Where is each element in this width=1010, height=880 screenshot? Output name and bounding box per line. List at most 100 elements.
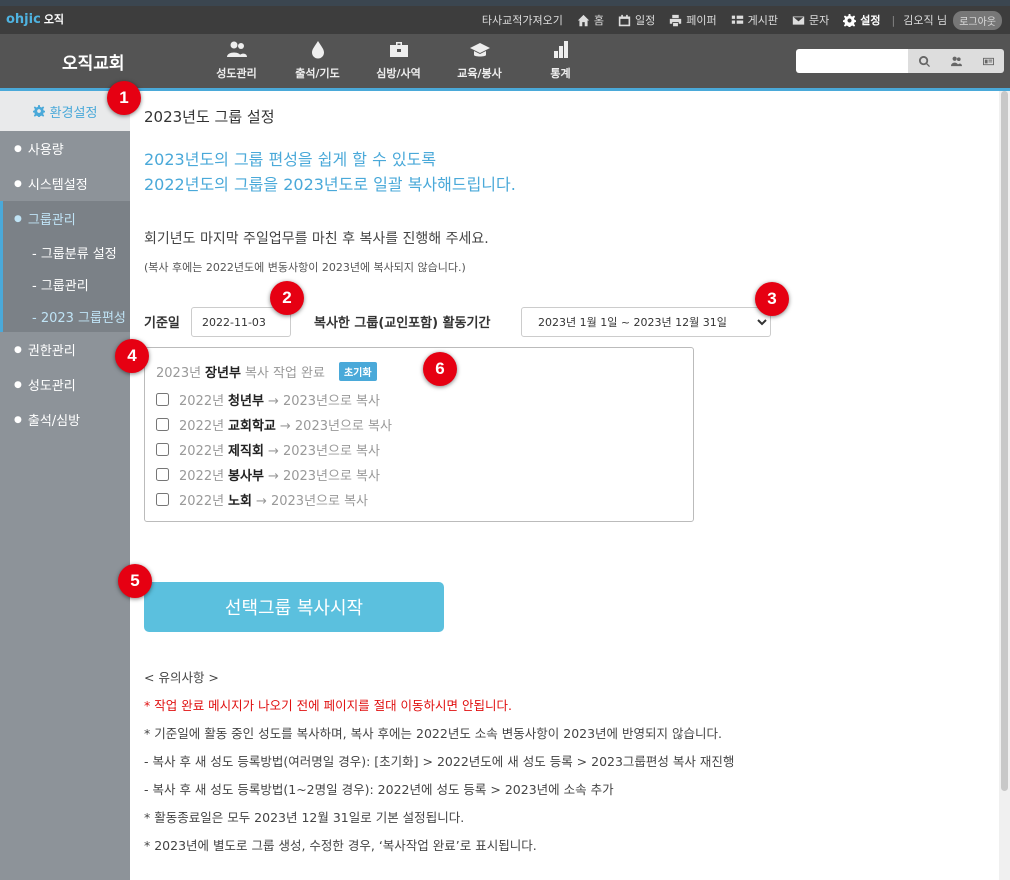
sidebar-item-label: 출석/심방 [27,414,81,429]
reset-button[interactable]: 초기화 [338,362,377,381]
sidebar-sub-2023-grouping[interactable]: - 2023 그룹편성 [3,300,130,332]
group-year: 2022년 [179,469,225,484]
search-button[interactable] [908,49,940,73]
annotation-badge: 3 [755,282,789,316]
group-name: 제직회 [228,444,264,459]
bullet: ● [14,379,22,390]
group-name: 노회 [228,494,252,509]
group-name: 교회학교 [228,419,276,434]
paper-link[interactable]: 페이퍼 [662,12,723,28]
intro-line-1: 2023년도의 그룹 편성을 쉽게 할 수 있도록 [144,150,437,169]
church-name[interactable]: 오직교회 [62,49,125,74]
sidebar-item-members[interactable]: ● 성도관리 [0,367,130,402]
sidebar-item-group[interactable]: ● 그룹관리 [3,201,130,236]
card-search-button[interactable] [972,49,1004,73]
bullet: ● [14,143,22,154]
bullet: ● [14,213,22,224]
board-link-label: 게시판 [747,14,778,27]
sidebar-item-permission[interactable]: ● 권한관리 [0,332,130,367]
paper-link-label: 페이퍼 [686,14,717,27]
group-checkbox[interactable] [156,468,169,481]
sidebar-sub-group-list[interactable]: - 그룹관리 [3,268,130,300]
sidebar-item-label: 시스템설정 [27,178,88,193]
annotation-badge: 5 [118,564,152,598]
main-nav: 오직교회 성도관리 출석/기도 심방/사역 교육/봉사 통계 [0,34,1010,88]
scrollbar-thumb[interactable] [1001,91,1008,791]
bullet: ● [14,344,22,355]
annotation-badge: 6 [423,352,457,386]
nav-attendance[interactable]: 출석/기도 [277,34,358,88]
sms-link[interactable]: 문자 [785,12,836,28]
group-name: 봉사부 [228,469,264,484]
member-search-button[interactable] [940,49,972,73]
completed-status: 복사 작업 완료 [244,366,325,381]
annotation-badge: 1 [107,81,141,115]
group-suffix: → 2023년으로 복사 [279,419,392,434]
gear-icon [843,13,857,27]
top-bar: ohjic 오직 타사교적가져오기 홈 일정 페이퍼 게시판 문자 설정 | 김 [0,6,1010,34]
bullet: ● [14,414,22,425]
intro-line-2: 2022년도의 그룹을 2023년도로 일괄 복사해드립니다. [144,175,516,194]
start-copy-button[interactable]: 선택그룹 복사시작 [144,582,444,632]
period-select[interactable]: 2023년 1월 1일 ~ 2023년 12월 31일 [521,307,771,337]
group-year: 2022년 [179,419,225,434]
settings-link-label: 설정 [860,14,881,27]
import-link[interactable]: 타사교적가져오기 [475,12,570,28]
board-link[interactable]: 게시판 [724,12,785,28]
sidebar-item-attendance[interactable]: ● 출석/심방 [0,402,130,437]
group-row[interactable]: 2022년 청년부 → 2023년으로 복사 [156,390,380,409]
calendar-link[interactable]: 일정 [611,12,662,28]
mail-icon [792,15,805,25]
group-row[interactable]: 2022년 제직회 → 2023년으로 복사 [156,440,380,459]
sidebar-sub-group-category[interactable]: - 그룹분류 설정 [3,236,130,268]
nav-visitation[interactable]: 심방/사역 [358,34,439,88]
annotation-badge: 4 [115,339,149,373]
home-link[interactable]: 홈 [570,12,611,28]
caution-item: - 복사 후 새 성도 등록방법(여러명일 경우): [초기화] > 2022년… [144,753,735,769]
scrollbar[interactable] [999,91,1010,880]
group-row[interactable]: 2022년 봉사부 → 2023년으로 복사 [156,465,380,484]
users-icon [950,56,962,66]
search-icon [918,55,930,67]
nav-statistics[interactable]: 통계 [520,34,601,88]
base-date-label: 기준일 [144,316,180,331]
sms-link-label: 문자 [808,14,830,27]
caution-item: - 복사 후 새 성도 등록방법(1~2명일 경우): 2022년에 성도 등록… [144,781,614,797]
group-checkbox[interactable] [156,443,169,456]
briefcase-icon [389,42,408,57]
sidebar-settings-label: 환경설정 [49,105,98,121]
top-divider: | [891,13,896,27]
settings-link[interactable]: 설정 [836,12,887,28]
calendar-link-label: 일정 [634,14,656,27]
sidebar-item-usage[interactable]: ● 사용량 [0,131,130,166]
sidebar-group-management: ● 그룹관리 - 그룹분류 설정 - 그룹관리 - 2023 그룹편성 [0,201,130,332]
nav-education[interactable]: 교육/봉사 [439,34,520,88]
caution-item: * 기준일에 활동 중인 성도를 복사하며, 복사 후에는 2022년도 소속 … [144,725,722,741]
home-icon [577,14,590,26]
completed-group-row: 2023년 장년부 복사 작업 완료 초기화 [156,362,377,381]
group-checkbox[interactable] [156,393,169,406]
group-suffix: → 2023년으로 복사 [255,494,369,509]
group-year: 2022년 [179,444,225,459]
brand-name: 오직 [43,13,65,26]
group-row[interactable]: 2022년 교회학교 → 2023년으로 복사 [156,415,392,434]
logout-button[interactable]: 로그아웃 [953,10,1002,30]
sidebar-item-label: 사용량 [27,143,64,158]
nav-members[interactable]: 성도관리 [196,34,277,88]
nav-members-label: 성도관리 [216,67,257,80]
sidebar-item-label: 그룹관리 [27,213,76,228]
search-input[interactable] [796,49,908,73]
group-checkbox[interactable] [156,418,169,431]
brand-logo-text: ohjic [6,11,41,27]
brand-logo[interactable]: ohjic 오직 [6,11,64,27]
completed-group-name: 장년부 [205,366,241,381]
group-row[interactable]: 2022년 노회 → 2023년으로 복사 [156,490,368,509]
sidebar-item-system[interactable]: ● 시스템설정 [0,166,130,201]
sidebar-item-label: 성도관리 [27,379,76,394]
sidebar-item-label: 권한관리 [27,344,76,359]
nav-statistics-label: 통계 [550,67,571,80]
group-checkbox[interactable] [156,493,169,506]
completed-year: 2023년 [156,366,202,381]
caution-item: * 2023년에 별도로 그룹 생성, 수정한 경우, ‘복사작업 완료’로 표… [144,837,537,853]
nav-education-label: 교육/봉사 [457,67,502,80]
